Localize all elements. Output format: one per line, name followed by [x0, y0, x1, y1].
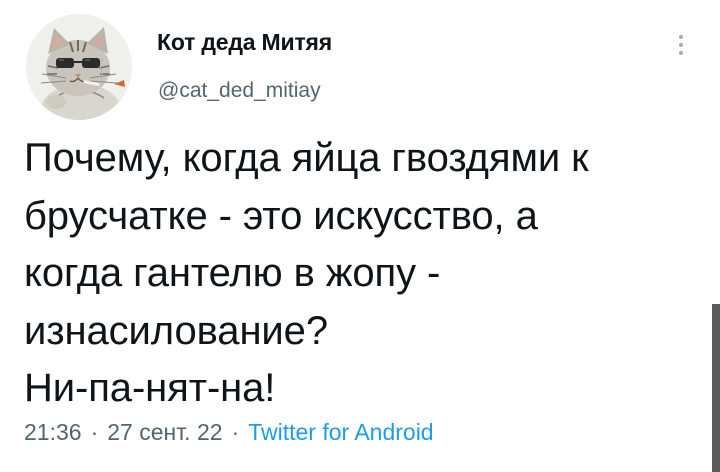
tweet-text-line: когда гантелю в жопу -: [24, 251, 441, 295]
tweet-date[interactable]: 27 сент. 22: [107, 419, 222, 445]
tweet-text-line: Почему, когда яйца гвоздями к: [24, 136, 589, 180]
tweet-source-link[interactable]: Twitter for Android: [248, 419, 433, 445]
scrollbar[interactable]: [712, 304, 720, 472]
more-options-button[interactable]: [666, 22, 696, 68]
author-display-name[interactable]: Кот деда Митяя: [157, 29, 332, 56]
author-handle[interactable]: @cat_ded_mitiay: [158, 79, 321, 103]
tweet-text-line: Ни-па-нят-на!: [24, 366, 276, 410]
tweet-card: Кот деда Митяя @cat_ded_mitiay Почему, к…: [0, 0, 720, 472]
avatar[interactable]: [26, 14, 132, 120]
tweet-text-line: брусчатке - это искусство, а: [24, 193, 538, 238]
tweet-time[interactable]: 21:36: [24, 419, 82, 445]
cat-avatar-image: [26, 14, 132, 120]
tweet-meta: 21:36 · 27 сент. 22 · Twitter for Android: [24, 419, 434, 446]
tweet-text-line: изнасилование?: [24, 308, 328, 353]
meta-separator: ·: [231, 419, 240, 445]
meta-separator: ·: [90, 419, 99, 445]
tweet-text: Почему, когда яйца гвоздями к брусчатке …: [24, 130, 714, 418]
